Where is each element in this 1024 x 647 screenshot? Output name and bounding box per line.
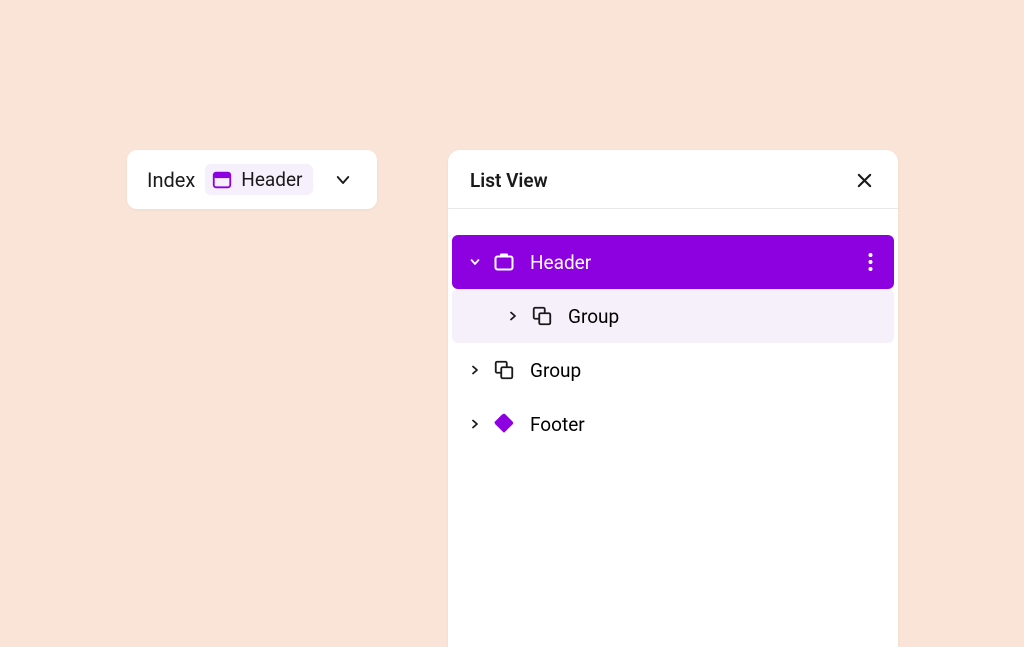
- header-template-icon: [211, 169, 233, 191]
- more-options-button[interactable]: [860, 250, 880, 274]
- list-view-panel: List View Header: [448, 150, 898, 647]
- chevron-down-icon[interactable]: [466, 256, 484, 268]
- tree-item-label: Group: [530, 359, 880, 382]
- close-icon: [856, 172, 873, 189]
- tree-item-footer[interactable]: Footer: [452, 397, 894, 451]
- more-vertical-icon: [868, 252, 873, 272]
- tree-item-label: Group: [568, 305, 880, 328]
- tree-item-group[interactable]: Group: [452, 289, 894, 343]
- tree-item-header[interactable]: Header: [452, 235, 894, 289]
- tree-item-label: Header: [530, 251, 860, 274]
- group-icon: [492, 358, 516, 382]
- footer-block-icon: [492, 412, 516, 436]
- header-block-icon: [492, 250, 516, 274]
- tree-item-label: Footer: [530, 413, 880, 436]
- tree: Header Group: [448, 209, 898, 451]
- chevron-right-icon[interactable]: [466, 364, 484, 376]
- breadcrumb-chip-label: Header: [241, 168, 302, 191]
- close-button[interactable]: [852, 168, 876, 192]
- breadcrumb-root[interactable]: Index: [147, 168, 195, 192]
- panel-header: List View: [448, 150, 898, 209]
- group-icon: [530, 304, 554, 328]
- breadcrumb-chip-header[interactable]: Header: [205, 164, 312, 195]
- chevron-right-icon[interactable]: [504, 310, 522, 322]
- chevron-right-icon[interactable]: [466, 418, 484, 430]
- panel-title: List View: [470, 169, 548, 192]
- tree-item-group[interactable]: Group: [452, 343, 894, 397]
- chevron-down-icon[interactable]: [329, 166, 357, 194]
- breadcrumb: Index Header: [127, 150, 377, 209]
